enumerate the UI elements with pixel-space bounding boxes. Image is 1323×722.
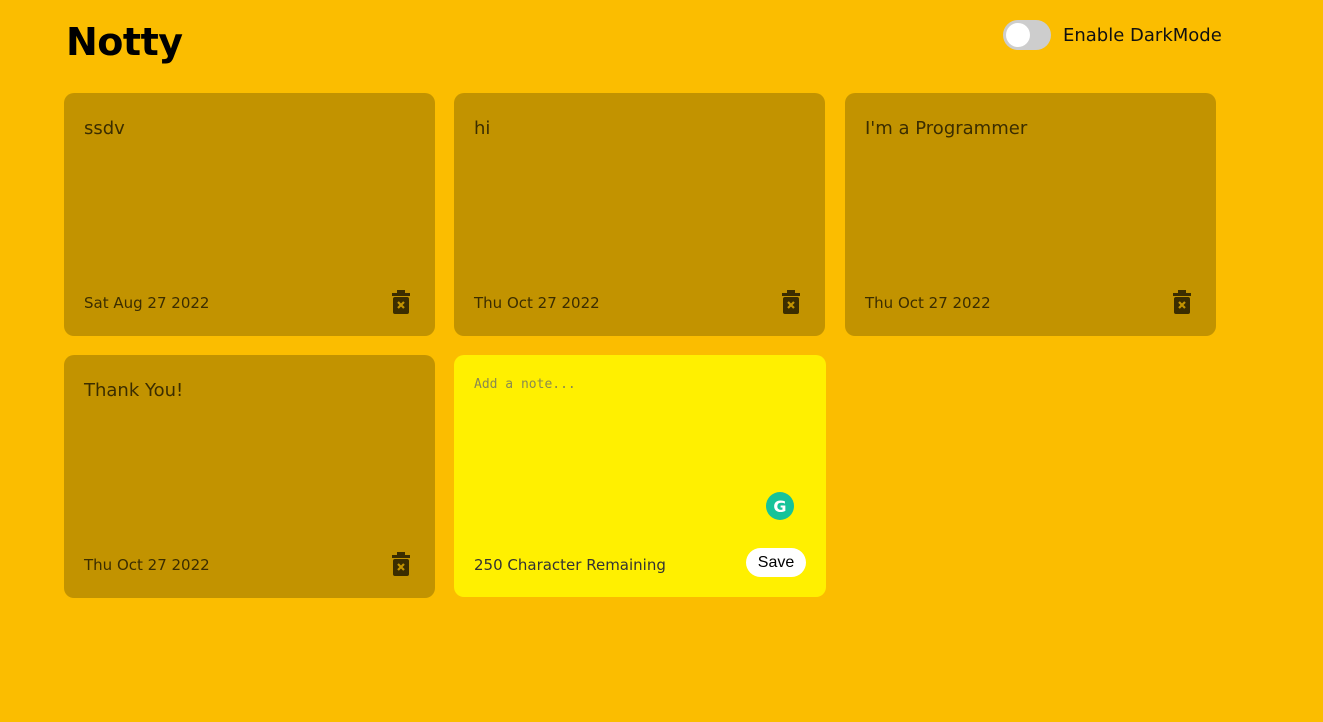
note-date: Thu Oct 27 2022 <box>84 556 210 574</box>
darkmode-label: Enable DarkMode <box>1063 24 1222 46</box>
note-date: Sat Aug 27 2022 <box>84 294 210 312</box>
app-title: Notty <box>66 20 183 64</box>
trash-icon <box>1173 290 1191 314</box>
header: Notty Enable DarkMode <box>0 0 1323 80</box>
note-card: ssdv Sat Aug 27 2022 <box>64 93 435 336</box>
note-text: ssdv <box>84 118 125 139</box>
delete-button[interactable] <box>781 290 801 314</box>
note-card: hi Thu Oct 27 2022 <box>454 93 825 336</box>
darkmode-toggle-group: Enable DarkMode <box>1003 20 1222 50</box>
note-text: Thank You! <box>84 380 184 401</box>
trash-icon <box>392 552 410 576</box>
note-date: Thu Oct 27 2022 <box>474 294 600 312</box>
trash-icon <box>392 290 410 314</box>
delete-button[interactable] <box>391 552 411 576</box>
delete-button[interactable] <box>391 290 411 314</box>
note-date: Thu Oct 27 2022 <box>865 294 991 312</box>
delete-button[interactable] <box>1172 290 1192 314</box>
note-input[interactable] <box>474 377 804 527</box>
new-note-card: G 250 Character Remaining Save <box>454 355 826 597</box>
grammarly-icon[interactable]: G <box>766 492 794 520</box>
note-text: I'm a Programmer <box>865 118 1028 139</box>
note-text: hi <box>474 118 491 139</box>
toggle-knob <box>1006 23 1030 47</box>
character-remaining: 250 Character Remaining <box>474 556 666 574</box>
note-card: I'm a Programmer Thu Oct 27 2022 <box>845 93 1216 336</box>
save-button[interactable]: Save <box>746 548 806 577</box>
trash-icon <box>782 290 800 314</box>
darkmode-toggle[interactable] <box>1003 20 1051 50</box>
note-card: Thank You! Thu Oct 27 2022 <box>64 355 435 598</box>
